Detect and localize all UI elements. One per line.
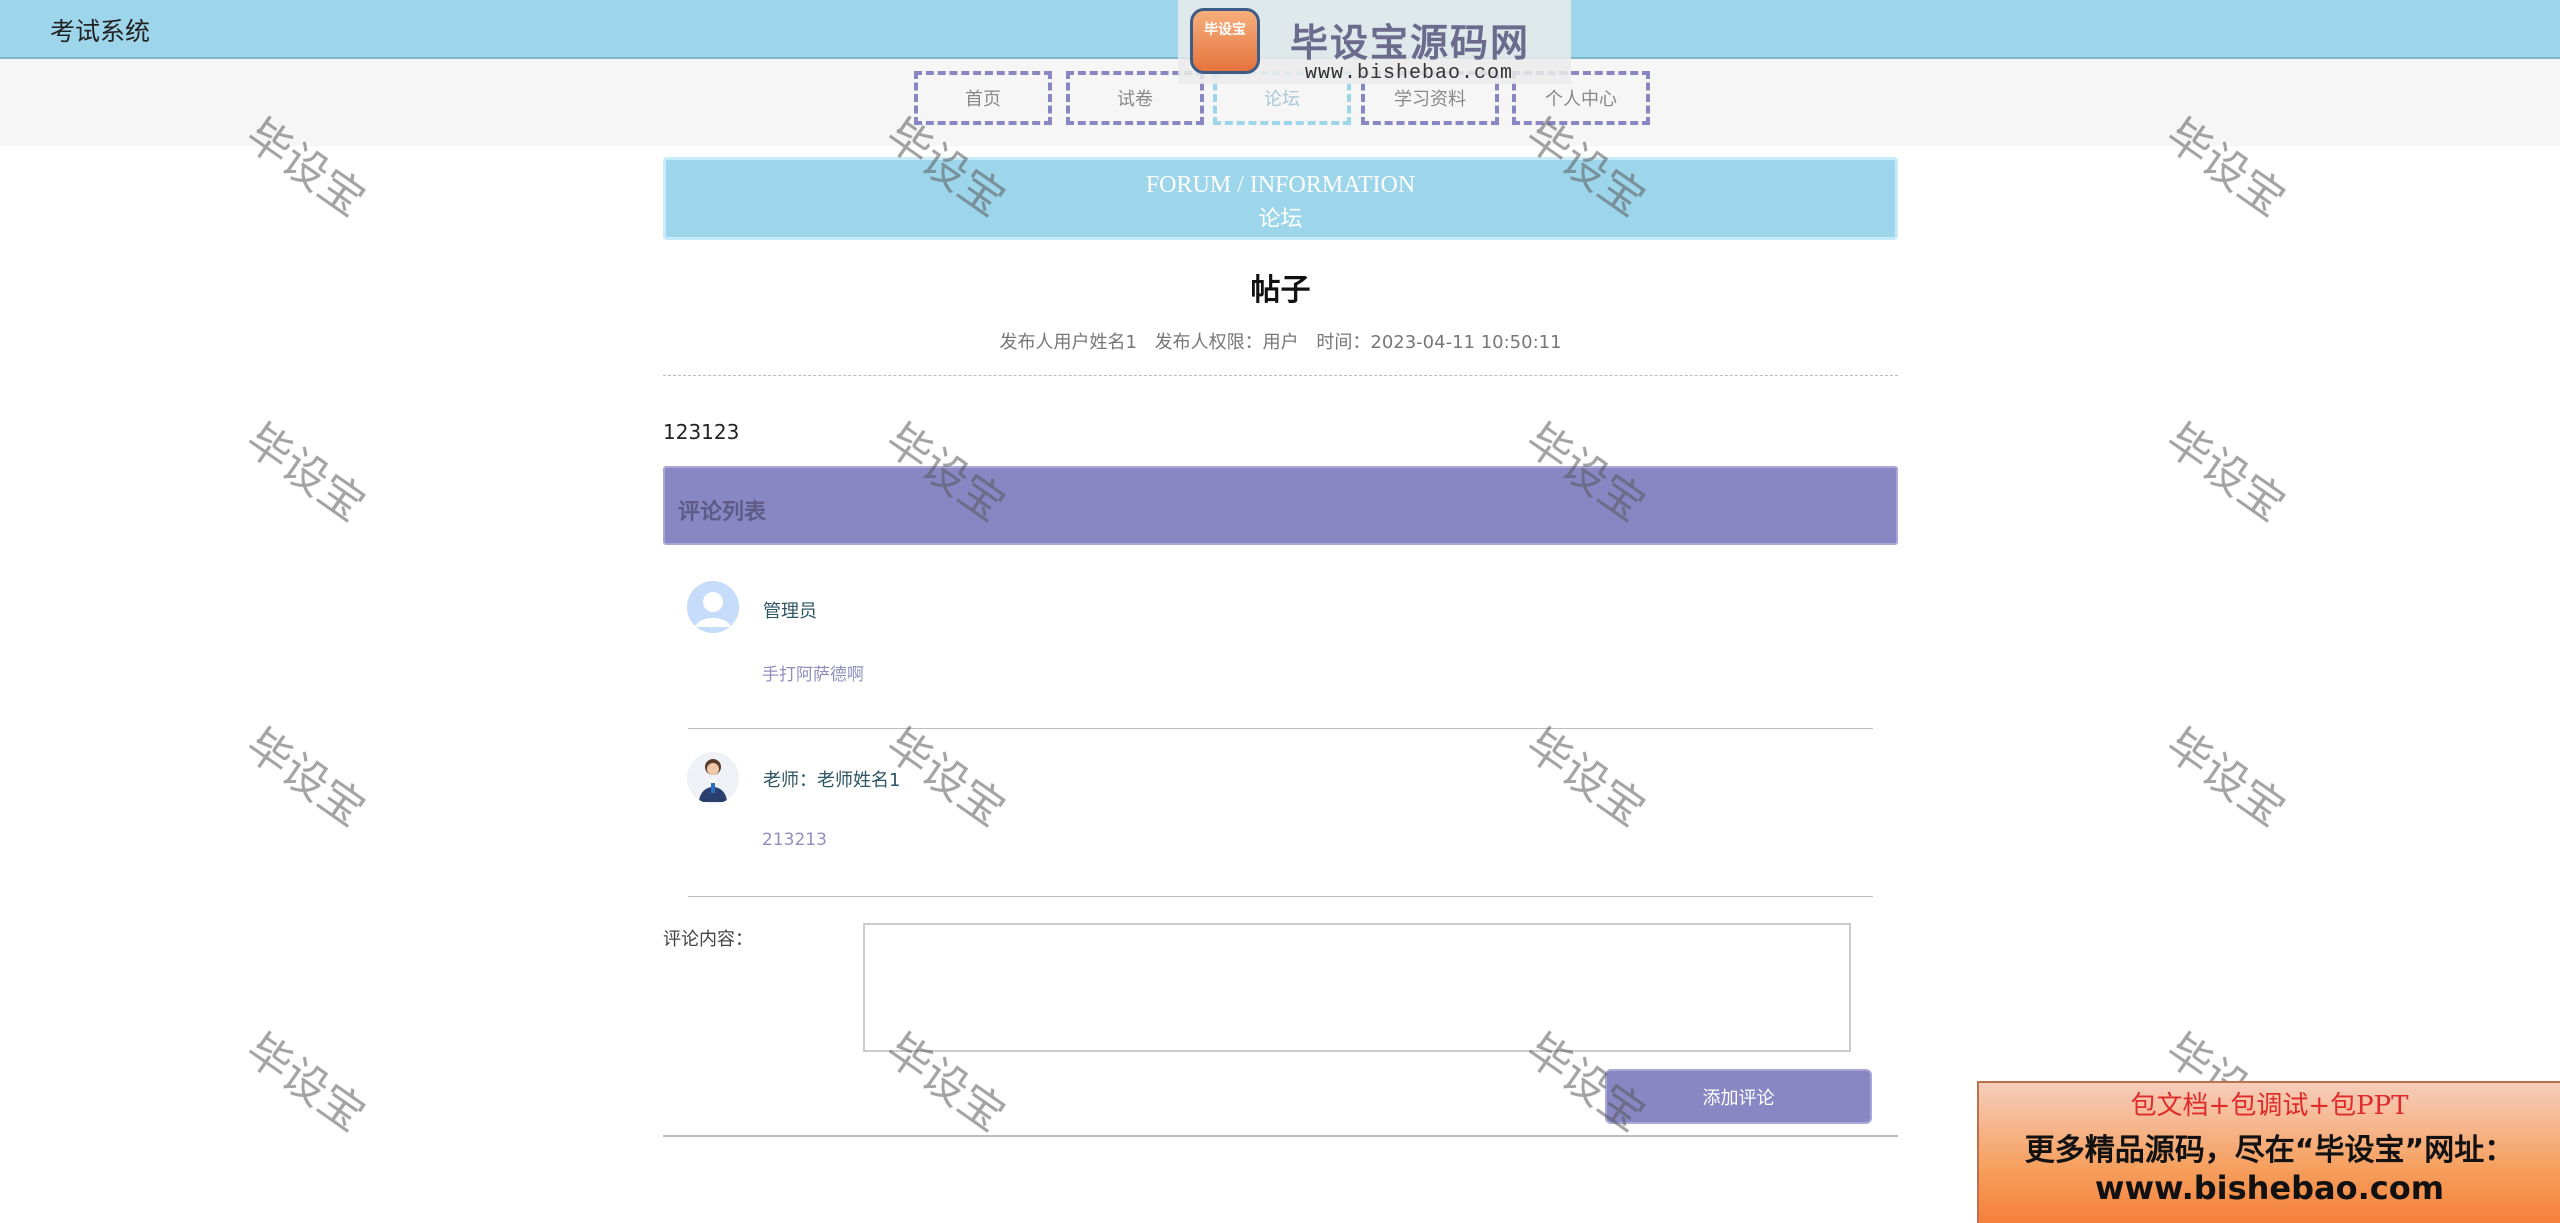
comment-text: 213213 — [762, 830, 827, 850]
banner-title-en: FORUM / INFORMATION — [1145, 172, 1416, 198]
post-title: 帖子 — [1250, 273, 1311, 308]
promo-line-3: www.bishebao.com — [2094, 1169, 2445, 1207]
comment-author: 管理员 — [763, 601, 817, 622]
comment-text: 手打阿萨德啊 — [762, 665, 864, 685]
promo-line-1: 包文档+包调试+包PPT — [2130, 1091, 2409, 1121]
post-time: 时间：2023-04-11 10:50:11 — [1316, 332, 1562, 353]
banner-title-cn: 论坛 — [1258, 206, 1303, 231]
app-title: 考试系统 — [50, 17, 151, 46]
post-author: 发布人用户姓名1 — [999, 332, 1137, 353]
promo-banner[interactable]: 包文档+包调试+包PPT 更多精品源码，尽在“毕设宝”网址： www.bishe… — [1977, 1081, 2560, 1223]
bottom-divider — [663, 1135, 1898, 1137]
logo-url: www.bishebao.com — [1305, 62, 1514, 85]
comment-content-label: 评论内容： — [663, 929, 753, 950]
post-role: 发布人权限：用户 — [1154, 332, 1299, 353]
logo-title: 毕设宝源码网 — [1290, 21, 1531, 65]
post-meta: 发布人用户姓名1 发布人权限：用户 时间：2023-04-11 10:50:11 — [663, 328, 1898, 354]
comment-input[interactable] — [863, 923, 1851, 1052]
comment-divider — [688, 896, 1873, 897]
add-comment-button[interactable]: 添加评论 — [1605, 1069, 1872, 1124]
site-logo[interactable]: 毕设宝 毕设宝源码网 www.bishebao.com — [1178, 0, 1571, 85]
watermark: 毕设宝 — [236, 719, 374, 837]
watermark: 毕设宝 — [2156, 414, 2294, 532]
divider — [663, 375, 1898, 376]
logo-badge-icon: 毕设宝 — [1190, 8, 1260, 74]
watermark: 毕设宝 — [236, 414, 374, 532]
nav-item-home[interactable]: 首页 — [914, 71, 1052, 125]
watermark: 毕设宝 — [2156, 719, 2294, 837]
comment-list-header: 评论列表 — [663, 466, 1898, 545]
comment-author: 老师：老师姓名1 — [763, 770, 901, 791]
comment-divider — [688, 728, 1873, 729]
promo-line-2: 更多精品源码，尽在“毕设宝”网址： — [2024, 1133, 2515, 1168]
watermark: 毕设宝 — [236, 1024, 374, 1142]
teacher-avatar-icon — [687, 752, 739, 804]
section-banner: FORUM / INFORMATION 论坛 — [663, 157, 1898, 240]
user-icon — [687, 581, 739, 633]
post-content: 123123 — [663, 420, 740, 444]
watermark: 毕设宝 — [1516, 719, 1654, 837]
logo-badge-text: 毕设宝 — [1204, 22, 1246, 38]
